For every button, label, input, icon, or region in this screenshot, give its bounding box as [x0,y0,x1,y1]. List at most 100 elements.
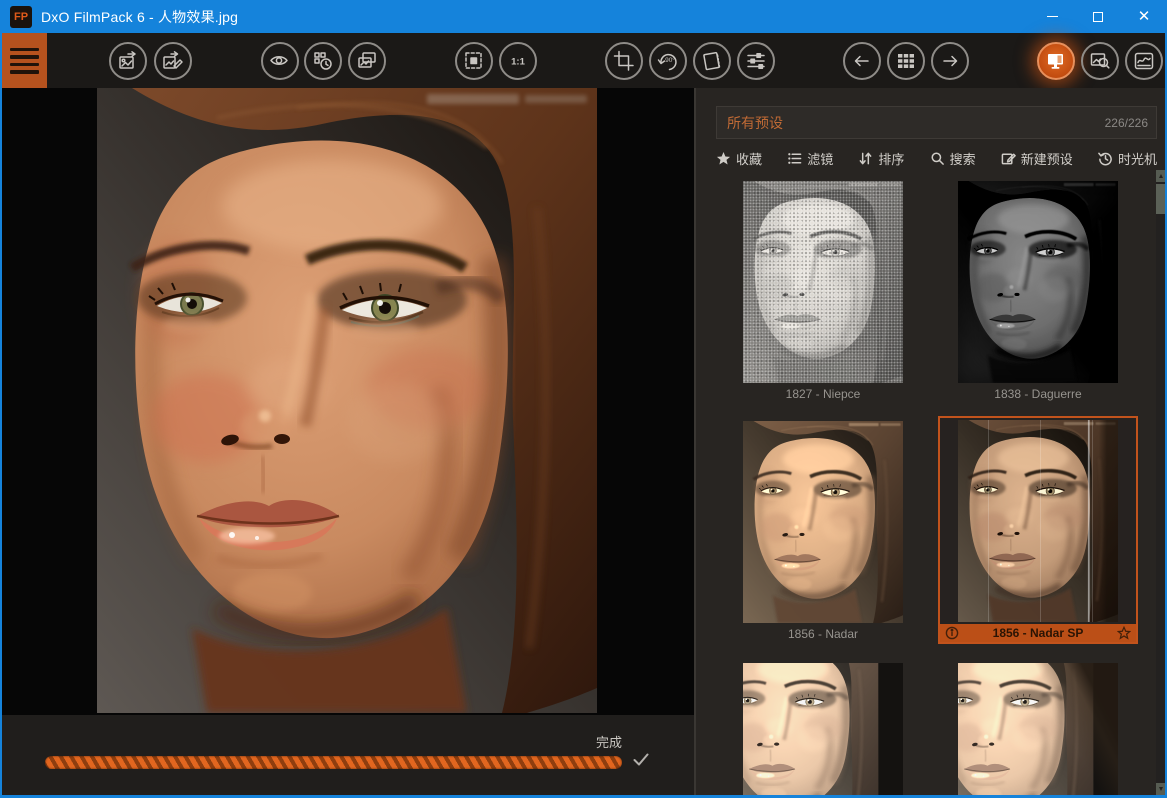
presets-panel: 所有预设 226/226 收藏 滤镜 [696,88,1165,795]
sliders-icon [744,49,768,73]
search-action[interactable]: 搜索 [930,149,976,168]
preset-name: 1856 - Nadar [723,627,923,642]
preset-thumbnail[interactable] [743,663,903,795]
previous-image-button[interactable] [843,42,881,80]
time-machine-icon [1098,151,1113,166]
preset-tile[interactable] [723,658,923,795]
preset-thumbnail-image [958,181,1118,383]
new-preset-action[interactable]: 新建预设 [1001,149,1073,168]
eye-icon [268,49,292,73]
preset-thumbnail[interactable] [743,421,903,623]
frame-perspective-icon [700,49,724,73]
photos-stack-icon [355,49,379,73]
search-label: 搜索 [950,149,976,168]
sort-label: 排序 [878,149,904,168]
svg-text:1:1: 1:1 [511,57,525,68]
preset-tile[interactable]: 1856 - Nadar SP [938,416,1138,644]
sort-action[interactable]: 排序 [858,149,904,168]
portrait-photo [97,88,597,713]
scrollbar-thumb[interactable] [1156,184,1165,214]
batch-queue-button[interactable] [304,42,342,80]
app-window: FP DxO FilmPack 6 - 人物效果.jpg ✕ [0,0,1167,798]
preset-thumbnail[interactable] [958,420,1118,622]
adjustments-button[interactable] [737,42,775,80]
menu-button[interactable] [2,33,47,88]
window-title: DxO FilmPack 6 - 人物效果.jpg [41,7,238,27]
minimize-icon [1047,16,1058,18]
crop-icon [612,49,636,73]
preset-thumbnail[interactable] [958,663,1118,795]
window-border-left [0,33,2,798]
filter-action[interactable]: 滤镜 [787,149,833,168]
preset-thumbnail-image [743,663,903,795]
monitor-icon [1044,49,1068,73]
info-icon[interactable] [945,626,959,645]
preset-tile[interactable]: 1838 - Daguerre [938,176,1138,402]
histogram-panel-button[interactable] [1125,42,1163,80]
search-icon [930,151,945,166]
preset-name: 1827 - Niepce [723,387,923,402]
one-to-one-icon: 1:1 [506,49,530,73]
minimize-button[interactable] [1029,0,1075,33]
preset-thumbnail-image [958,420,1118,622]
maximize-button[interactable] [1075,0,1121,33]
grid-icon [894,49,918,73]
scroll-up-button[interactable] [1156,170,1165,182]
presets-header[interactable]: 所有预设 226/226 [716,106,1157,139]
export-to-disk-button[interactable] [109,42,147,80]
titlebar[interactable]: FP DxO FilmPack 6 - 人物效果.jpg ✕ [0,0,1167,33]
preset-tile[interactable]: 1856 - Nadar [723,416,923,644]
rotate-90-icon: 90° [656,49,680,73]
zoom-1-1-button[interactable]: 1:1 [499,42,537,80]
preset-thumbnail-image [958,663,1118,795]
rotate-90-button[interactable]: 90° [649,42,687,80]
thumbnail-grid-button[interactable] [887,42,925,80]
selected-preset-footer: 1856 - Nadar SP [940,624,1136,642]
compare-preview-button[interactable] [261,42,299,80]
export-edit-icon [161,49,185,73]
preset-thumbnail[interactable] [958,181,1118,383]
filter-label: 滤镜 [807,149,833,168]
filter-list-icon [787,151,802,166]
image-viewer[interactable] [2,88,694,715]
maximize-icon [1093,12,1103,22]
favorites-label: 收藏 [736,149,762,168]
scroll-down-button[interactable] [1156,783,1165,795]
presets-display-button[interactable] [1037,42,1075,80]
presets-actions-row: 收藏 滤镜 排序 搜索 [716,146,1157,170]
new-preset-icon [1001,151,1016,166]
next-image-button[interactable] [931,42,969,80]
time-machine-action[interactable]: 时光机 [1098,149,1157,168]
progress-done-check-icon [632,752,650,773]
close-button[interactable]: ✕ [1121,0,1167,33]
perspective-button[interactable] [693,42,731,80]
fit-screen-icon [462,49,486,73]
presets-scrollbar[interactable] [1156,170,1165,795]
curve-histogram-icon [1132,49,1156,73]
time-machine-label: 时光机 [1118,149,1157,168]
presets-count: 226/226 [1105,116,1148,130]
app-logo: FP [10,6,32,28]
star-icon [716,151,731,166]
sort-arrows-icon [858,151,873,166]
new-preset-label: 新建预设 [1021,149,1073,168]
fit-to-screen-button[interactable] [455,42,493,80]
progress-bar [45,756,622,769]
favorites-action[interactable]: 收藏 [716,149,762,168]
selected-preset-name: 1856 - Nadar SP [940,626,1136,640]
export-to-app-button[interactable] [154,42,192,80]
preset-thumbnail-image [743,181,903,383]
image-library-button[interactable] [348,42,386,80]
close-icon: ✕ [1138,9,1151,24]
preset-name: 1838 - Daguerre [938,387,1138,402]
favorite-star-icon[interactable] [1117,626,1131,645]
preset-thumbnail[interactable] [743,181,903,383]
preset-tile[interactable] [938,658,1138,795]
crop-button[interactable] [605,42,643,80]
preset-tile[interactable]: 1827 - Niepce [723,176,923,402]
presets-grid: 1827 - Niepce 1838 - Daguerre 1856 - Nad… [723,176,1138,795]
main-photo[interactable] [97,88,597,713]
arrow-left-icon [850,49,874,73]
svg-text:90°: 90° [665,56,675,64]
compare-zoom-button[interactable] [1081,42,1119,80]
